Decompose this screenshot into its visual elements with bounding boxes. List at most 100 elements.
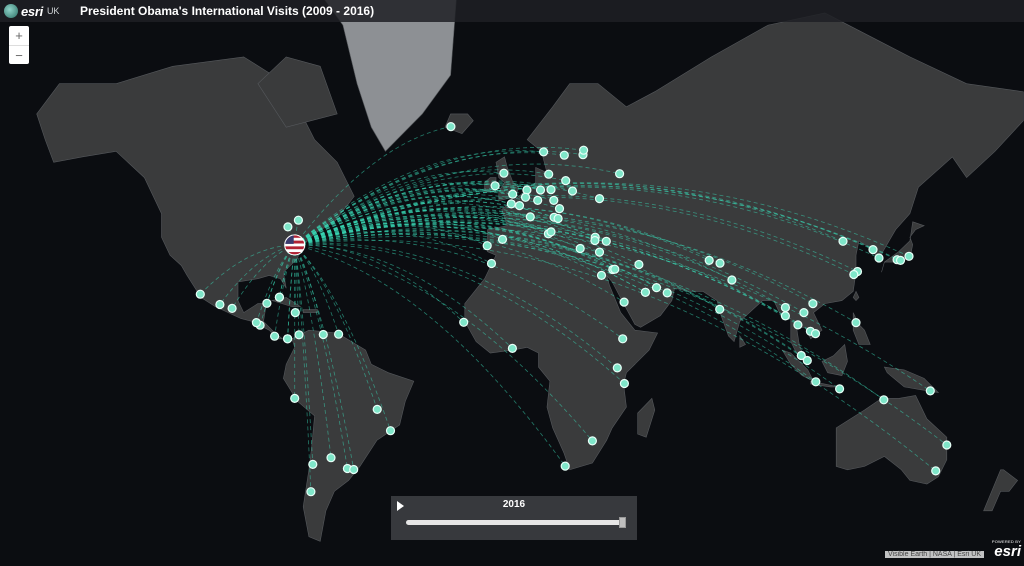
visit-point[interactable]: Vietnam [808,299,818,309]
visit-point[interactable]: Morocco [486,258,497,269]
visit-point[interactable]: Argentina [326,453,336,463]
visit-point[interactable]: Mexico [227,303,237,313]
origin-marker[interactable] [284,234,306,256]
play-icon[interactable] [397,501,404,511]
visit-point[interactable]: Greece [575,243,585,254]
visit-point[interactable]: Belgium [520,192,531,202]
visit-point[interactable]: Papua New Guinea [925,386,935,396]
visit-point[interactable]: South Korea [868,245,878,255]
visit-point[interactable]: Germany [533,195,543,205]
visit-point[interactable]: Uruguay [349,464,359,475]
visit-point[interactable]: Japan [904,251,914,261]
visit-point[interactable]: Saudi Arabia [640,287,651,297]
visit-point[interactable]: Ethiopia [618,334,628,344]
visit-point[interactable]: Germany [546,185,556,195]
visit-point[interactable]: India [727,275,737,285]
visit-point[interactable]: South Africa [587,436,598,446]
visit-point[interactable]: UAE [662,288,672,298]
visit-point[interactable]: Panama [283,334,293,344]
visit-point[interactable]: Iraq [634,259,644,270]
visit-point[interactable]: China [838,236,848,246]
visit-point[interactable]: Senegal [459,317,469,327]
visit-point[interactable]: Canada [293,215,303,225]
map-canvas[interactable]: CanadaCanadaMexicoMexicoTrinidad and Tob… [0,0,1024,561]
visit-point[interactable]: United Kingdom [508,189,518,199]
visit-point[interactable]: India [715,304,725,314]
time-slider-handle[interactable] [619,517,626,528]
visit-point[interactable]: South Africa [560,461,570,471]
visit-point[interactable]: Afghanistan [704,255,714,265]
visit-point[interactable]: Ghana [507,343,518,353]
visit-point[interactable]: Canada [283,222,293,232]
visit-point[interactable]: Colombia [294,330,304,340]
powered-by-esri-logo[interactable]: POWERED BY esri [985,540,1021,560]
visit-point[interactable]: Venezuela [318,329,328,340]
visit-point[interactable]: Jordan [610,264,620,274]
visit-point[interactable]: Croatia [553,213,563,224]
visit-point[interactable]: Sweden [559,150,569,160]
zoom-in-button[interactable]: + [9,26,29,46]
visit-point[interactable]: Cuba [274,292,284,302]
visit-point[interactable]: Turkey [590,235,600,246]
visit-point[interactable]: Myanmar [780,302,791,313]
visit-point[interactable]: Czech Republic [549,195,559,205]
visit-point[interactable]: Peru [290,393,300,403]
visit-point[interactable]: Costa Rica [270,331,280,341]
visit-point[interactable]: Philippines [851,318,861,328]
visit-point[interactable]: South Korea [874,253,884,263]
visit-point[interactable]: Tanzania [619,378,630,389]
visit-point[interactable]: Turkey [601,236,611,246]
visit-point[interactable]: Japan [895,255,906,265]
visit-point[interactable]: Ireland [490,181,500,191]
visit-point[interactable]: Guatemala [251,318,261,328]
visit-point[interactable]: Indonesia [834,384,845,394]
visit-point[interactable]: Laos [799,308,809,318]
visit-point[interactable]: Saudi Arabia [619,297,629,307]
visit-point[interactable]: Mexico [195,289,205,299]
visit-point[interactable]: Australia [931,466,941,476]
visit-point[interactable]: Kenya [612,363,622,373]
world-map[interactable]: CanadaCanadaMexicoMexicoTrinidad and Tob… [0,0,1024,561]
visit-point[interactable]: United Kingdom [499,168,509,178]
visit-point[interactable]: Bahrain [651,283,662,293]
visit-point[interactable]: Brazil [372,404,382,414]
visit-point[interactable]: Thailand [793,320,803,330]
visit-point[interactable]: Chile [308,459,318,469]
visit-point[interactable]: France [514,201,525,211]
visit-point[interactable]: Russia [614,169,625,179]
visit-point[interactable]: Mexico [215,299,225,310]
visit-point[interactable]: Norway [538,147,549,157]
visit-point[interactable]: Austria [554,204,565,214]
visit-point[interactable]: Switzerland [525,212,535,222]
visit-point[interactable]: Germany [535,185,546,195]
visit-point[interactable]: Indonesia [811,377,821,387]
time-slider-track[interactable] [406,520,624,525]
visit-point[interactable]: China [849,269,859,280]
visit-point[interactable]: Netherlands [522,185,532,195]
visit-point[interactable]: Ukraine [594,194,605,204]
visit-point[interactable]: Vietnam [810,329,821,339]
visit-point[interactable]: Trinidad and Tobago [334,329,344,339]
zoom-out-button[interactable]: − [9,46,29,65]
visit-point[interactable]: Egypt [596,270,607,280]
visit-point[interactable]: Australia [879,395,889,405]
visit-point[interactable]: Italy [546,227,556,237]
visit-point[interactable]: Turkey [594,247,605,257]
visit-point[interactable]: Myanmar [780,311,791,321]
visit-point[interactable]: Australia [942,440,952,450]
visit-point[interactable]: Pakistan [715,258,725,268]
esri-uk-logo[interactable]: esri UK [4,4,80,19]
visit-point[interactable]: France [506,199,516,209]
visit-point[interactable]: Singapore [802,355,812,366]
visit-point[interactable]: Brazil [385,426,396,436]
visit-point[interactable]: Poland [561,176,571,186]
visit-point[interactable]: Mexico [262,298,272,308]
visit-point[interactable]: Iceland [446,121,456,132]
visit-point[interactable]: Finland [578,145,589,155]
visit-point[interactable]: Portugal [482,241,492,251]
visit-point[interactable]: Poland [567,186,578,196]
visit-point[interactable]: Spain [497,234,508,244]
visit-point[interactable]: Denmark [544,169,554,179]
visit-point[interactable]: Jamaica [290,308,300,318]
visit-point[interactable]: Argentina [306,487,316,497]
